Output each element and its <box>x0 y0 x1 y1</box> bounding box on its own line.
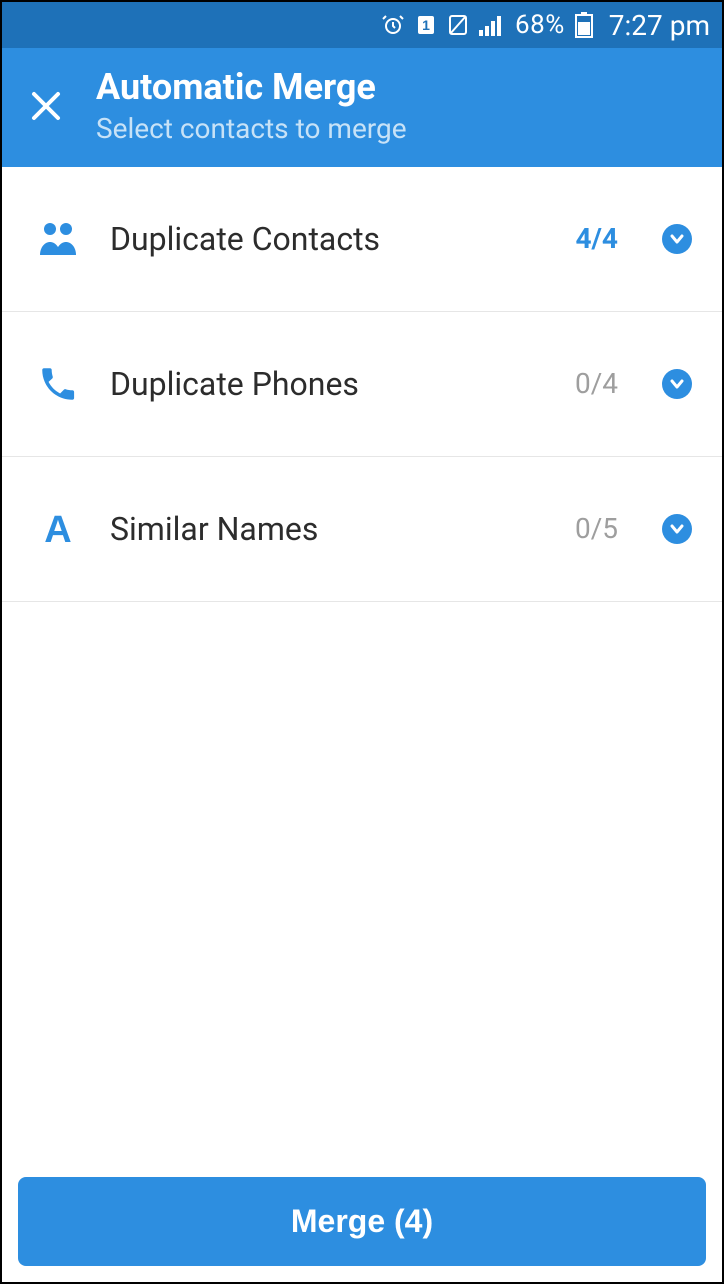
expand-toggle[interactable] <box>662 224 692 254</box>
app-header: Automatic Merge Select contacts to merge <box>2 48 722 167</box>
row-count: 0/4 <box>575 367 618 400</box>
svg-text:1: 1 <box>422 17 430 33</box>
people-icon <box>32 213 84 265</box>
page-title: Automatic Merge <box>96 68 407 108</box>
phone-icon <box>32 358 84 410</box>
alarm-icon <box>381 13 405 37</box>
page-subtitle: Select contacts to merge <box>96 112 407 145</box>
signal-icon <box>479 14 505 36</box>
row-label: Similar Names <box>110 510 549 548</box>
expand-toggle[interactable] <box>662 369 692 399</box>
sim-icon: 1 <box>415 14 437 36</box>
row-count: 4/4 <box>575 222 618 255</box>
no-sim-icon <box>447 14 469 36</box>
row-duplicate-phones[interactable]: Duplicate Phones 0/4 <box>2 312 722 457</box>
row-count: 0/5 <box>575 512 618 545</box>
letter-a-icon: A <box>32 503 84 555</box>
row-duplicate-contacts[interactable]: Duplicate Contacts 4/4 <box>2 167 722 312</box>
close-icon <box>30 90 62 122</box>
clock-time: 7:27 pm <box>609 9 710 42</box>
battery-icon <box>575 12 593 38</box>
bottom-bar: Merge (4) <box>2 1161 722 1282</box>
row-similar-names[interactable]: A Similar Names 0/5 <box>2 457 722 602</box>
chevron-down-icon <box>669 231 685 247</box>
expand-toggle[interactable] <box>662 514 692 544</box>
category-list: Duplicate Contacts 4/4 Duplicate Phones … <box>2 167 722 1161</box>
battery-percent: 68% <box>515 10 565 40</box>
merge-button[interactable]: Merge (4) <box>18 1177 706 1266</box>
svg-text:A: A <box>44 509 71 550</box>
status-bar: 1 68% 7:27 pm <box>2 2 722 48</box>
chevron-down-icon <box>669 521 685 537</box>
chevron-down-icon <box>669 376 685 392</box>
close-button[interactable] <box>24 84 68 128</box>
row-label: Duplicate Phones <box>110 365 549 403</box>
row-label: Duplicate Contacts <box>110 220 549 258</box>
